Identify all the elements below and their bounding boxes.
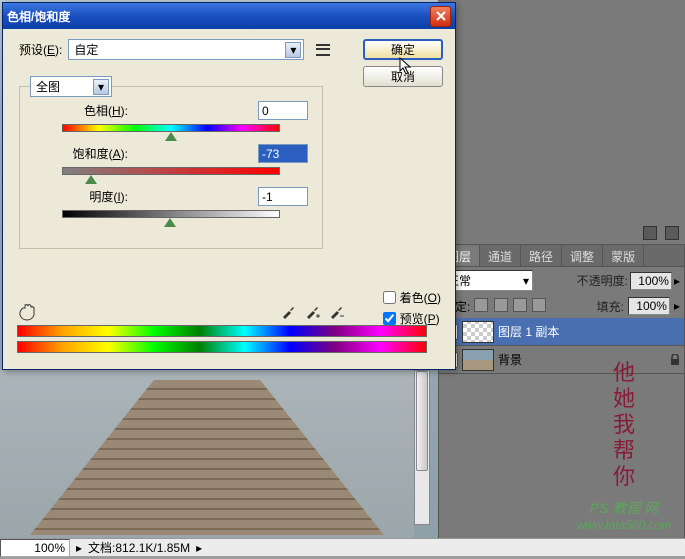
layer-list: 图层 1 副本 背景 — [439, 318, 684, 374]
close-button[interactable] — [430, 6, 451, 27]
saturation-slider-thumb[interactable] — [85, 175, 97, 184]
preset-select[interactable]: 自定 ▾ — [68, 39, 304, 60]
close-icon — [435, 10, 447, 22]
preview-checkbox[interactable] — [383, 312, 396, 325]
saturation-label: 饱和度(A): — [34, 145, 128, 162]
scrubby-hand-icon[interactable] — [17, 303, 39, 321]
chevron-down-icon: ▾ — [523, 274, 529, 288]
layer-row[interactable]: 背景 — [439, 346, 684, 374]
lightness-gradient — [62, 210, 280, 218]
eyedropper-subtract-icon[interactable] — [327, 303, 345, 321]
panel-gap — [438, 0, 685, 244]
status-bar: 100% ▸ 文档:812.1K/1.85M ▸ — [0, 538, 685, 556]
hue-input[interactable] — [258, 101, 308, 120]
spectrum-bar-top[interactable] — [17, 325, 427, 337]
layers-panel: 图层 通道 路径 调整 蒙版 正常 ▾ 不透明度: 100% ▸ 锁定: 填充: — [438, 244, 685, 540]
chevron-down-icon[interactable]: ▾ — [93, 79, 109, 95]
spectrum-bar-bottom[interactable] — [17, 341, 427, 353]
fill-input[interactable]: 100% — [628, 297, 670, 315]
fill-label: 填充: — [597, 298, 624, 315]
blend-mode-select[interactable]: 正常 ▾ — [443, 270, 533, 291]
hue-slider-thumb[interactable] — [165, 132, 177, 141]
layer-row[interactable]: 图层 1 副本 — [439, 318, 684, 346]
panel-tabs: 图层 通道 路径 调整 蒙版 — [439, 245, 684, 267]
tab-paths[interactable]: 路径 — [521, 245, 562, 266]
lock-pixels-icon[interactable] — [494, 298, 508, 312]
sliders-group: 全图 ▾ 色相(H): 饱和度(A): — [19, 86, 323, 249]
hue-label: 色相(H): — [34, 102, 128, 119]
layer-thumbnail[interactable] — [462, 321, 494, 343]
blend-mode-row: 正常 ▾ 不透明度: 100% ▸ — [439, 267, 684, 294]
opacity-label: 不透明度: — [577, 272, 628, 289]
tab-adjustments[interactable]: 调整 — [562, 245, 603, 266]
ok-button[interactable]: 确定 — [363, 39, 443, 60]
lock-icons-group — [474, 298, 548, 315]
tab-channels[interactable]: 通道 — [480, 245, 521, 266]
lightness-label: 明度(I): — [34, 188, 128, 205]
saturation-slider-track[interactable] — [62, 167, 280, 177]
cancel-button[interactable]: 取消 — [363, 66, 443, 87]
checkbox-group: 着色(O) 预览(P) — [383, 289, 441, 327]
eyedropper-tools — [279, 303, 345, 321]
lightness-slider-track[interactable] — [62, 210, 280, 220]
dialog-titlebar[interactable]: 色相/饱和度 — [3, 3, 455, 29]
lightness-input[interactable] — [258, 187, 308, 206]
hue-gradient — [62, 124, 280, 132]
triangle-icon[interactable]: ▸ — [196, 541, 202, 555]
hue-slider-block: 色相(H): — [34, 101, 308, 134]
eyedropper-add-icon[interactable] — [303, 303, 321, 321]
edit-channel-value: 全图 — [36, 78, 60, 95]
spectrum-bars — [17, 325, 427, 357]
hue-saturation-dialog: 色相/饱和度 预设(E): 自定 ▾ 确定 取消 全图 — [2, 2, 456, 370]
eyedropper-icon[interactable] — [279, 303, 297, 321]
lock-row: 锁定: 填充: 100% ▸ — [439, 294, 684, 318]
lightness-slider-block: 明度(I): — [34, 187, 308, 220]
edit-channel-select[interactable]: 全图 ▾ — [30, 76, 112, 97]
colorize-checkbox[interactable] — [383, 291, 396, 304]
hue-slider-track[interactable] — [62, 124, 280, 134]
saturation-input[interactable] — [258, 144, 308, 163]
preset-label: 预设(E): — [19, 41, 62, 58]
layer-name[interactable]: 背景 — [498, 351, 522, 368]
doc-info: 文档:812.1K/1.85M — [82, 538, 196, 557]
trash-icon[interactable] — [665, 226, 679, 240]
saturation-slider-block: 饱和度(A): — [34, 144, 308, 177]
dialog-buttons: 确定 取消 — [363, 39, 443, 87]
panel-toolbar-icons — [643, 226, 679, 240]
scrollbar-thumb[interactable] — [416, 371, 428, 471]
lock-transparent-icon[interactable] — [474, 298, 488, 312]
chevron-right-icon[interactable]: ▸ — [674, 299, 680, 313]
canvas-vertical-scrollbar[interactable] — [414, 370, 430, 525]
chevron-down-icon[interactable]: ▾ — [285, 42, 301, 58]
new-doc-icon[interactable] — [643, 226, 657, 240]
preset-value: 自定 — [74, 41, 98, 58]
colorize-checkbox-label[interactable]: 着色(O) — [383, 289, 441, 306]
tab-masks[interactable]: 蒙版 — [603, 245, 644, 266]
lock-icon — [669, 354, 681, 366]
lock-all-icon[interactable] — [532, 298, 546, 312]
layer-name[interactable]: 图层 1 副本 — [498, 323, 559, 340]
lightness-slider-thumb[interactable] — [164, 218, 176, 227]
dialog-title: 色相/饱和度 — [7, 8, 430, 25]
zoom-input[interactable]: 100% — [0, 539, 70, 557]
preset-menu-icon[interactable] — [316, 44, 330, 56]
lock-position-icon[interactable] — [513, 298, 527, 312]
saturation-gradient — [62, 167, 280, 175]
layer-thumbnail[interactable] — [462, 349, 494, 371]
opacity-input[interactable]: 100% — [630, 272, 672, 290]
right-panel-column: 图层 通道 路径 调整 蒙版 正常 ▾ 不透明度: 100% ▸ 锁定: 填充: — [438, 0, 685, 540]
dialog-body: 预设(E): 自定 ▾ 确定 取消 全图 ▾ 色相(H — [3, 29, 455, 369]
chevron-right-icon[interactable]: ▸ — [674, 274, 680, 288]
